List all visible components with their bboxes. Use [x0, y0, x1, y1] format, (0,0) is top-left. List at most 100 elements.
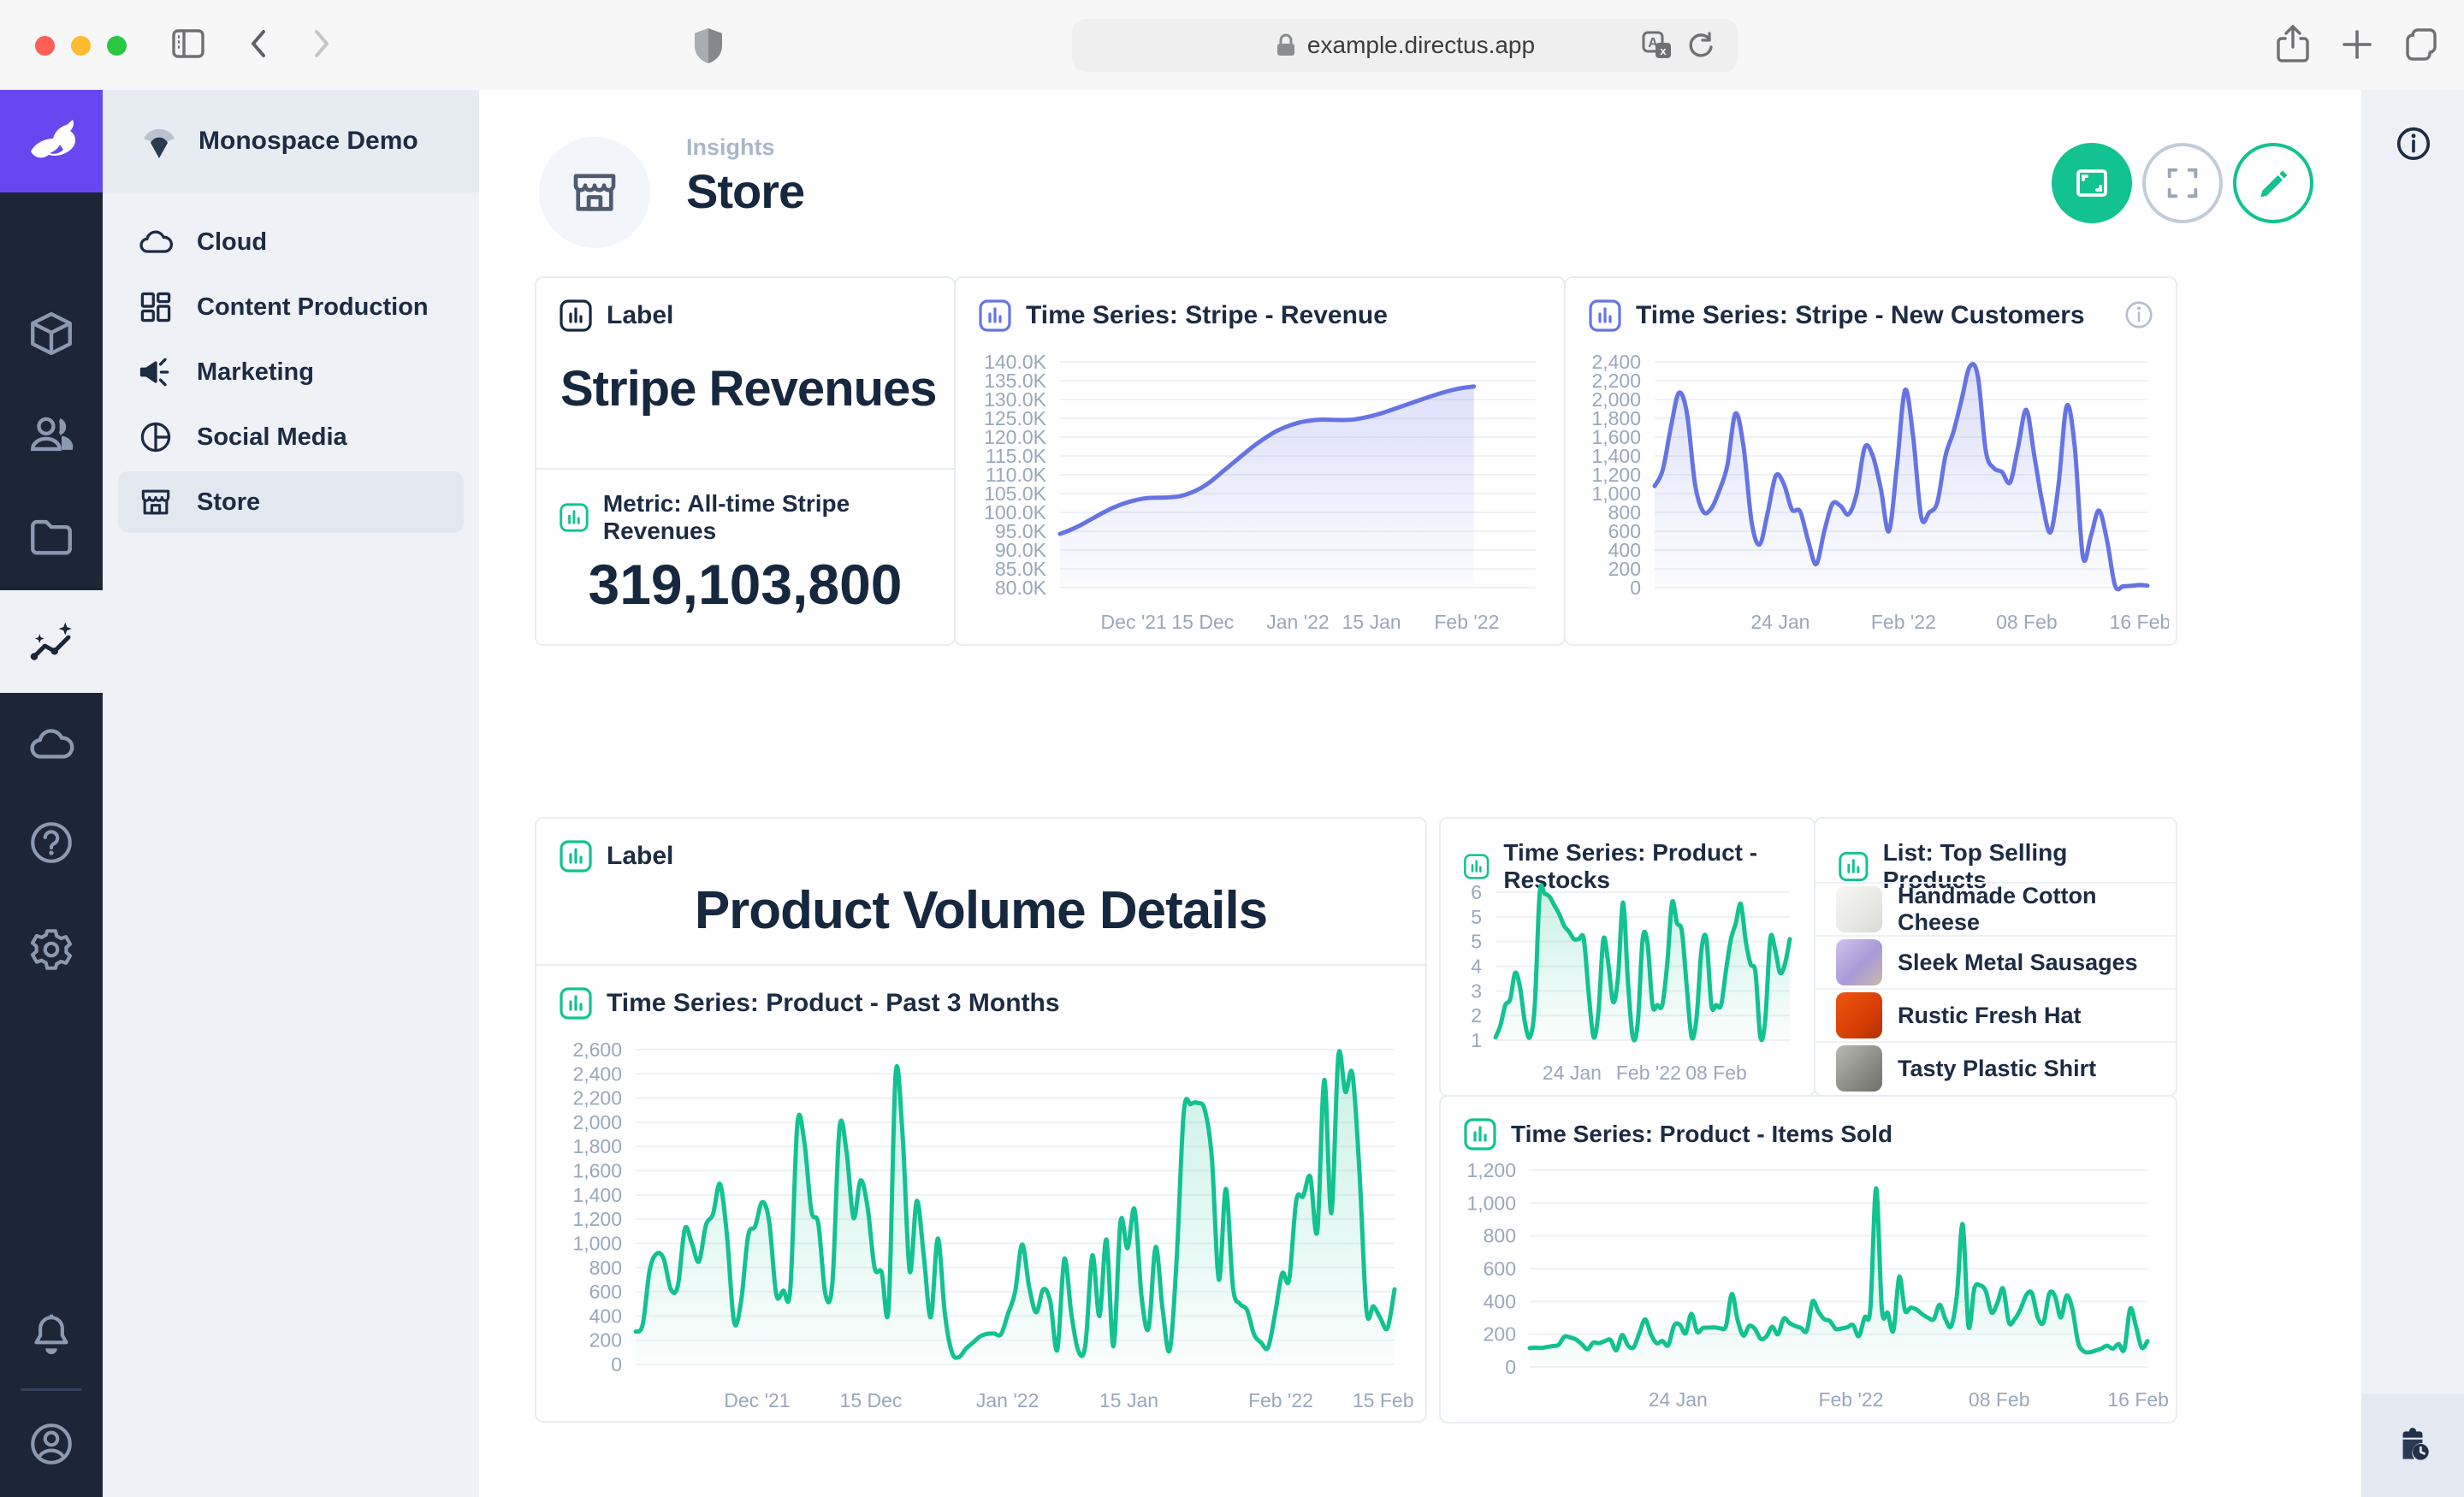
- svg-text:Jan '22: Jan '22: [976, 1389, 1039, 1411]
- product-name: Sleek Metal Sausages: [1898, 950, 2138, 976]
- svg-text:4: 4: [1471, 956, 1482, 978]
- module-content-icon[interactable]: [0, 287, 103, 381]
- back-button-icon[interactable]: [240, 23, 281, 68]
- sidebar-item-marketing[interactable]: Marketing: [118, 341, 464, 403]
- svg-text:2,400: 2,400: [572, 1062, 622, 1085]
- new-tab-icon[interactable]: [2337, 23, 2377, 70]
- module-help-icon[interactable]: [0, 796, 103, 890]
- panel-stripe-new-customers[interactable]: Time Series: Stripe - New Customers 2,40…: [1564, 276, 2177, 646]
- svg-text:1,200: 1,200: [572, 1208, 622, 1230]
- svg-text:400: 400: [589, 1305, 622, 1327]
- panel-type-icon: [559, 500, 589, 535]
- panel-metric: Metric: All-time Stripe Revenues 319,103…: [536, 470, 954, 646]
- svg-text:2,000: 2,000: [572, 1111, 622, 1133]
- product-thumbnail: [1836, 992, 1882, 1038]
- share-icon[interactable]: [2273, 23, 2313, 70]
- sidebar-item-content-production[interactable]: Content Production: [118, 276, 464, 338]
- svg-text:16 Feb: 16 Feb: [2110, 611, 2169, 633]
- svg-text:08 Feb: 08 Feb: [1685, 1062, 1747, 1084]
- zoom-window-button[interactable]: [107, 36, 127, 56]
- sidebar-toggle-icon[interactable]: [168, 23, 209, 68]
- user-avatar-icon[interactable]: [0, 1397, 103, 1491]
- svg-text:Feb '22: Feb '22: [1616, 1062, 1681, 1084]
- list-item[interactable]: Sleek Metal Sausages: [1815, 935, 2176, 988]
- product-thumbnail: [1836, 939, 1882, 985]
- navigation-panel: Monospace Demo Cloud Content Production …: [103, 90, 479, 1497]
- reload-icon[interactable]: [1686, 31, 1715, 64]
- cloud-icon: [137, 223, 175, 261]
- address-bar[interactable]: example.directus.app Ax: [1072, 19, 1738, 72]
- sidebar-item-label: Social Media: [197, 423, 347, 452]
- svg-text:Feb '22: Feb '22: [1434, 611, 1499, 633]
- svg-text:1,400: 1,400: [572, 1184, 622, 1206]
- fullscreen-icon: [2163, 163, 2202, 203]
- svg-text:2: 2: [1471, 1004, 1482, 1027]
- close-window-button[interactable]: [35, 36, 55, 56]
- sidebar-item-social-media[interactable]: Social Media: [118, 406, 464, 468]
- privacy-shield-icon[interactable]: [690, 25, 727, 70]
- rabbit-logo-icon: [22, 114, 80, 169]
- svg-text:3: 3: [1471, 979, 1482, 1002]
- edit-dashboard-button[interactable]: [2233, 143, 2313, 223]
- product-name: Handmade Cotton Cheese: [1898, 883, 2176, 936]
- storefront-icon: [137, 483, 175, 521]
- list-item[interactable]: Handmade Cotton Cheese: [1815, 882, 2176, 935]
- sidebar-item-store[interactable]: Store: [118, 471, 464, 533]
- minimize-window-button[interactable]: [71, 36, 91, 56]
- browser-toolbar: example.directus.app Ax: [0, 0, 2464, 92]
- panel-type-icon: [1588, 299, 1622, 333]
- toggle-panel-headers-button[interactable]: [2052, 143, 2132, 223]
- module-settings-icon[interactable]: [0, 902, 103, 997]
- product-thumbnail: [1836, 1045, 1882, 1092]
- panel-product-restocks[interactable]: Time Series: Product - Restocks 65543212…: [1439, 817, 1815, 1097]
- panel-top-selling-products[interactable]: List: Top Selling Products Handmade Cott…: [1814, 817, 2177, 1097]
- app-window: example.directus.app Ax: [0, 0, 2464, 1497]
- fullscreen-button[interactable]: [2142, 143, 2223, 223]
- list-item[interactable]: Rustic Fresh Hat: [1815, 988, 2176, 1041]
- activity-log-icon[interactable]: [2361, 1394, 2464, 1497]
- svg-text:24 Jan: 24 Jan: [1750, 611, 1810, 633]
- sidebar-item-cloud[interactable]: Cloud: [118, 211, 464, 273]
- panel-info-icon[interactable]: [2123, 299, 2155, 335]
- svg-text:200: 200: [1484, 1323, 1516, 1346]
- forward-button-icon[interactable]: [299, 23, 341, 68]
- module-cloud-icon[interactable]: [0, 697, 103, 791]
- svg-text:5: 5: [1471, 931, 1482, 953]
- module-insights-icon[interactable]: [0, 590, 103, 693]
- panel-stripe-label-metric[interactable]: Label Stripe Revenues Metric: All-time S…: [535, 276, 956, 646]
- panel-type-icon: [559, 839, 593, 873]
- directus-logo[interactable]: [0, 90, 103, 192]
- product-name: Tasty Plastic Shirt: [1898, 1056, 2096, 1082]
- list-item[interactable]: Tasty Plastic Shirt: [1815, 1041, 2176, 1094]
- svg-text:6: 6: [1471, 881, 1482, 903]
- page-icon-circle: [539, 137, 650, 248]
- product-thumbnail: [1836, 886, 1882, 932]
- notifications-bell-icon[interactable]: [0, 1287, 103, 1382]
- info-icon[interactable]: [2394, 124, 2433, 168]
- translate-icon[interactable]: Ax: [1642, 31, 1673, 64]
- tab-overview-icon[interactable]: [2401, 23, 2442, 70]
- project-status-icon: [139, 121, 180, 162]
- svg-text:0: 0: [1630, 577, 1641, 599]
- panel-type-icon: [1463, 1117, 1497, 1151]
- svg-text:1,000: 1,000: [572, 1232, 622, 1254]
- insights-dashboard: Insights Store Label Stripe Revenues Met…: [479, 90, 2361, 1497]
- svg-text:15 Jan: 15 Jan: [1099, 1389, 1158, 1411]
- project-name: Monospace Demo: [198, 127, 418, 156]
- breadcrumb[interactable]: Insights: [686, 134, 775, 161]
- panel-header-label: Label: [607, 842, 673, 871]
- panel-type-icon: [1838, 849, 1869, 884]
- panel-product-volume[interactable]: Label Product Volume Details Time Series…: [535, 817, 1427, 1423]
- dashboard-grid-icon: [137, 288, 175, 326]
- module-files-icon[interactable]: [0, 489, 103, 583]
- svg-text:5: 5: [1471, 906, 1482, 928]
- panel-header-label: Time Series: Product - Past 3 Months: [607, 989, 1060, 1018]
- module-users-icon[interactable]: [0, 388, 103, 482]
- panel-stripe-revenue[interactable]: Time Series: Stripe - Revenue 140.0K135.…: [954, 276, 1566, 646]
- panel-product-items-sold[interactable]: Time Series: Product - Items Sold 1,2001…: [1439, 1095, 2177, 1423]
- svg-text:0: 0: [611, 1353, 622, 1376]
- svg-text:Dec '21: Dec '21: [724, 1389, 790, 1411]
- panel-header-label: Time Series: Product - Items Sold: [1511, 1121, 1892, 1148]
- svg-text:800: 800: [1484, 1225, 1516, 1247]
- project-switcher[interactable]: Monospace Demo: [103, 90, 479, 192]
